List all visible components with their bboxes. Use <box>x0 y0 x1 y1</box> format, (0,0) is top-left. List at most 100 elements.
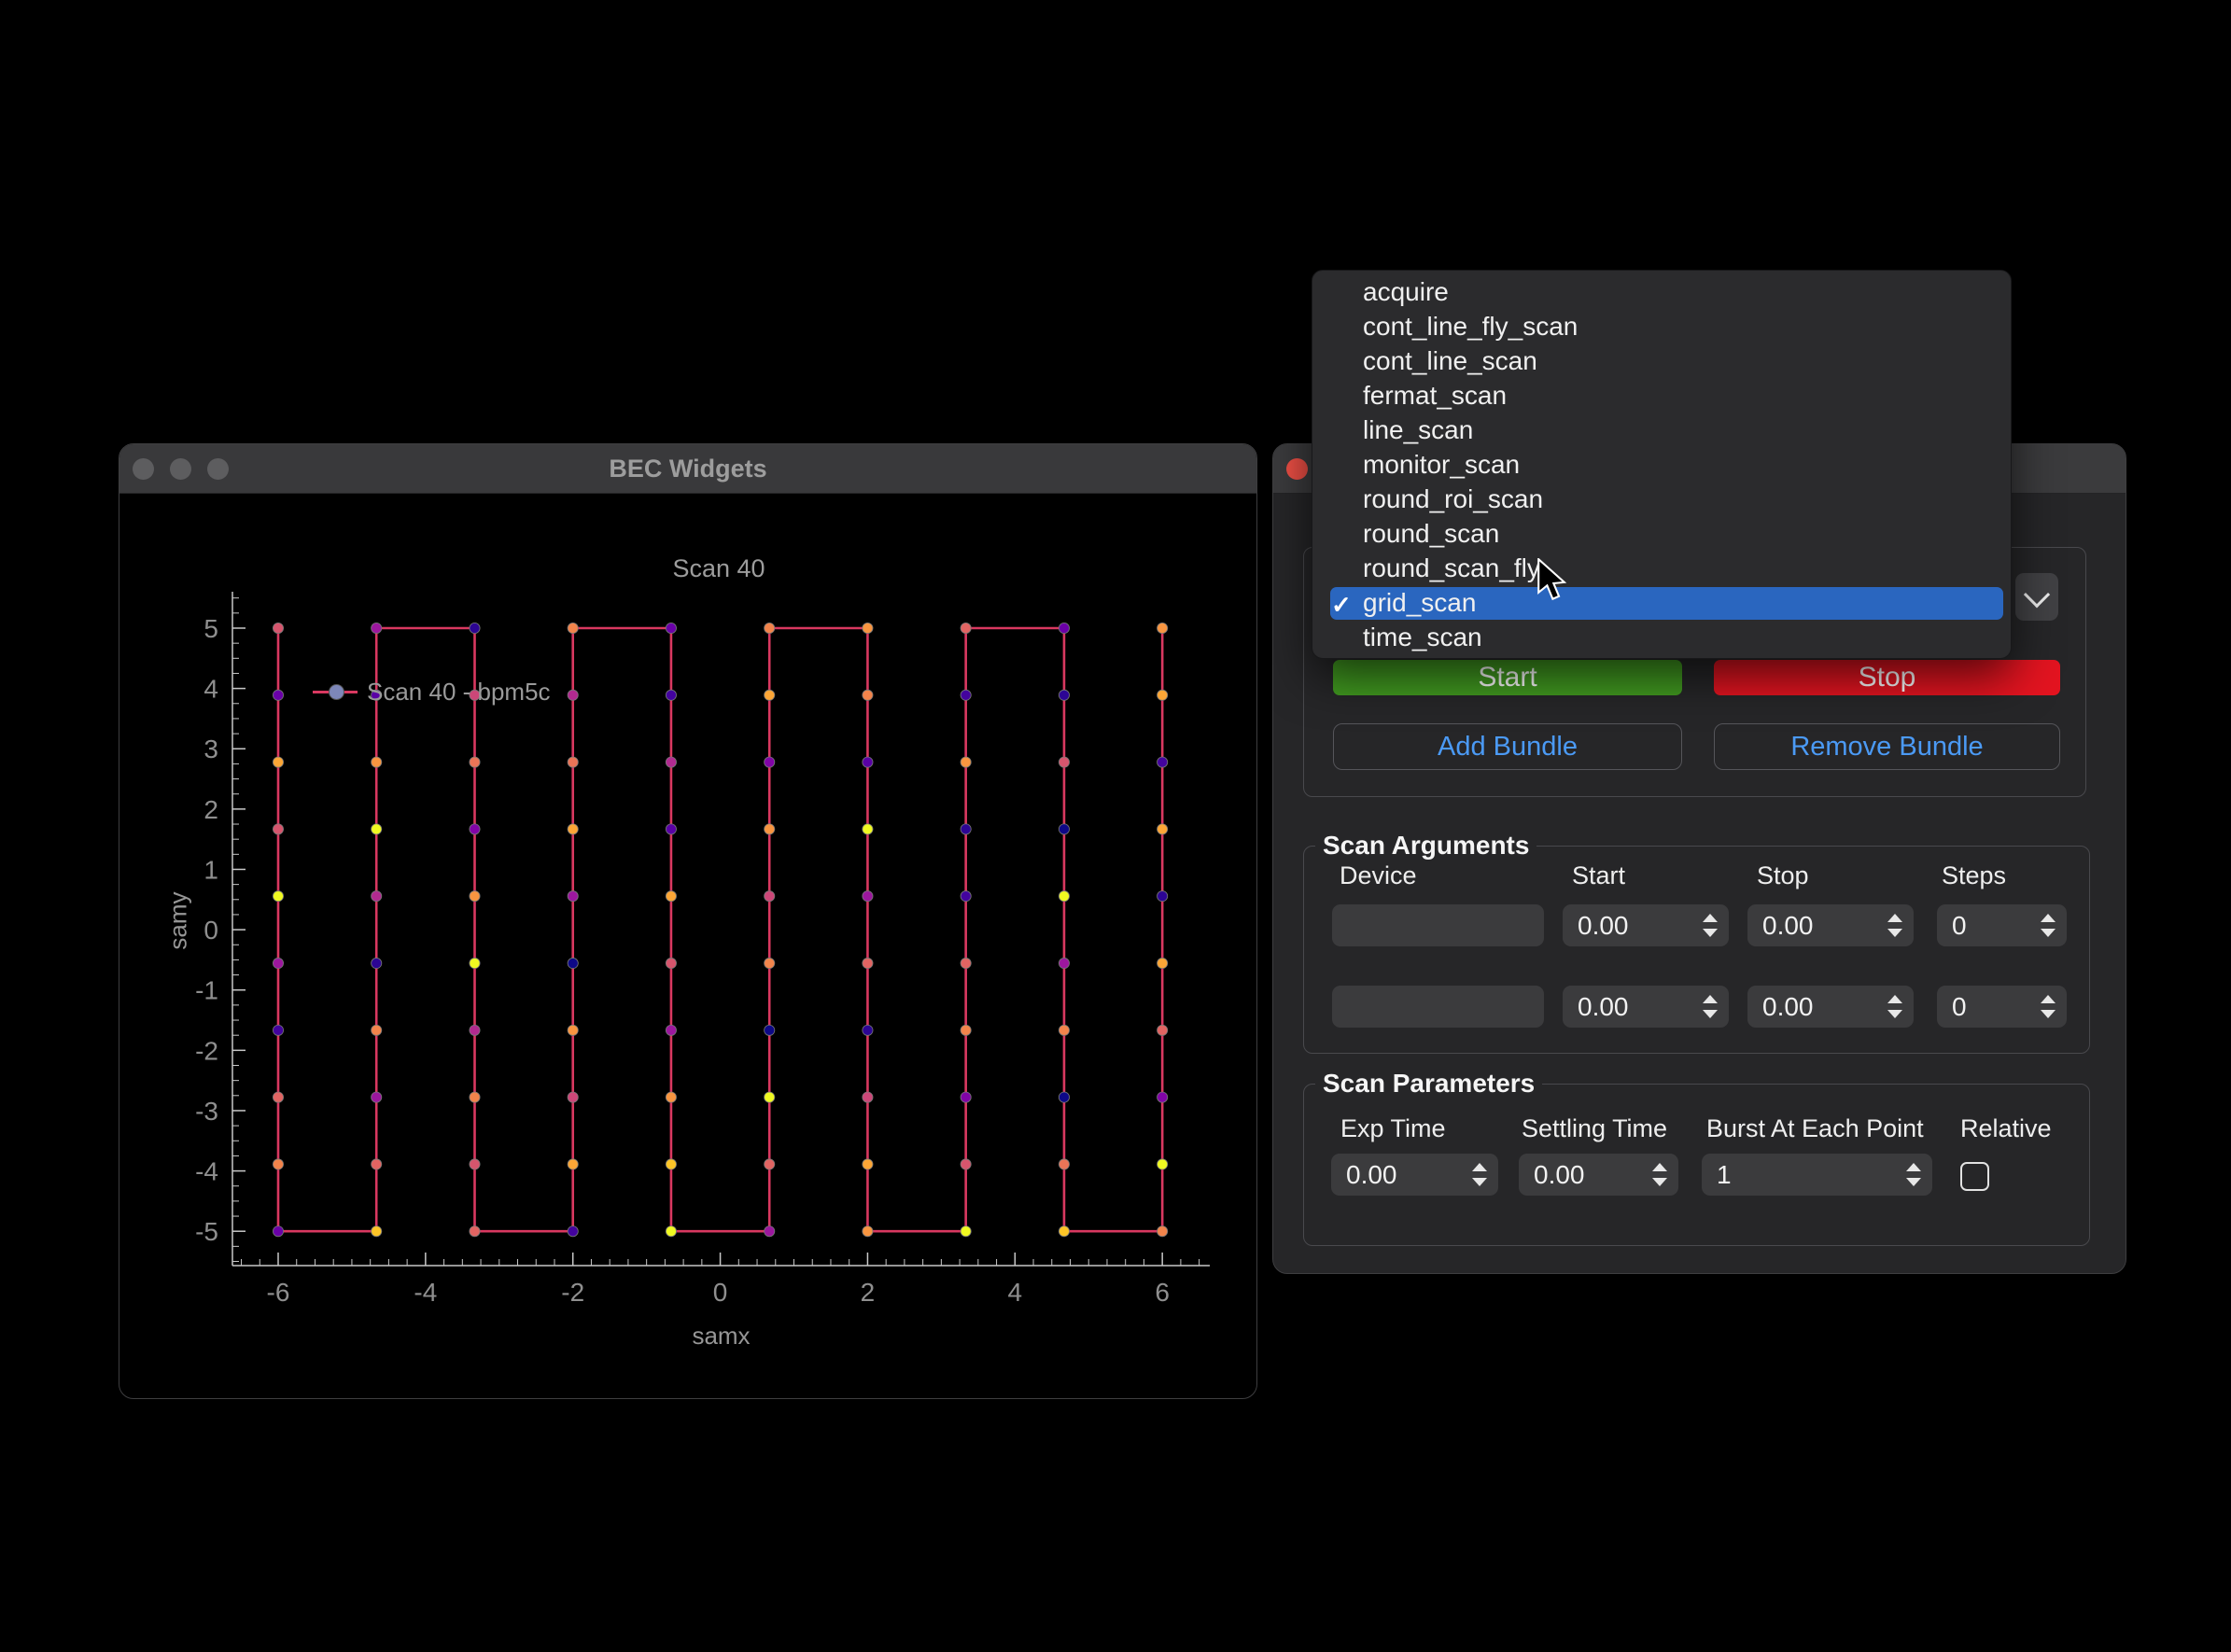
scan-data-point <box>765 1226 775 1237</box>
relative-checkbox[interactable] <box>1960 1162 1989 1191</box>
window-controls <box>133 444 229 493</box>
scan-data-point <box>1158 824 1168 834</box>
settling-time-spinbox[interactable]: 0.00 <box>1519 1154 1678 1196</box>
menu-item-fermat_scan[interactable]: fermat_scan <box>1312 378 2011 413</box>
device-input-row1[interactable] <box>1332 904 1544 946</box>
steps-column-header: Steps <box>1942 861 2006 890</box>
scan-data-point <box>1059 1226 1069 1237</box>
burst-spinbox[interactable]: 1 <box>1702 1154 1932 1196</box>
y-tick-label: 4 <box>203 675 218 704</box>
y-tick-label: 2 <box>203 795 218 824</box>
scan-data-point <box>863 757 873 767</box>
scan-data-point <box>765 1025 775 1035</box>
start-spinbox-row1[interactable]: 0.00 <box>1563 904 1729 946</box>
scan-data-point <box>372 891 382 902</box>
plot-window-titlebar[interactable]: BEC Widgets <box>119 444 1256 494</box>
burst-at-each-point-label: Burst At Each Point <box>1706 1114 1924 1143</box>
scan-type-combobox-button[interactable] <box>2015 573 2058 621</box>
scan-data-point <box>961 623 971 633</box>
menu-item-grid_scan[interactable]: ✓grid_scan <box>1312 586 2011 621</box>
exp-time-spinbox[interactable]: 0.00 <box>1331 1154 1498 1196</box>
scan-data-point <box>568 1092 578 1102</box>
scan-data-point <box>470 623 480 633</box>
scan-data-point <box>666 757 676 767</box>
scan-data-point <box>470 1226 480 1237</box>
scan-data-point <box>961 1092 971 1102</box>
x-tick-label: -6 <box>267 1278 290 1307</box>
menu-item-round_scan_fly[interactable]: round_scan_fly <box>1312 552 2011 586</box>
scan-data-point <box>372 1159 382 1169</box>
scan-data-point <box>863 958 873 968</box>
scan-data-point <box>765 1159 775 1169</box>
scan-data-point <box>666 623 676 633</box>
stop-button[interactable]: Stop <box>1714 660 2060 695</box>
steps-spinbox-row2[interactable]: 0 <box>1937 986 2067 1028</box>
scan-data-point <box>568 1159 578 1169</box>
scan-data-point <box>568 623 578 633</box>
close-window-icon[interactable] <box>1286 458 1308 480</box>
menu-item-time_scan[interactable]: time_scan <box>1312 621 2011 655</box>
scan-data-point <box>666 891 676 902</box>
stop-spinbox-row2[interactable]: 0.00 <box>1747 986 1914 1028</box>
scan-data-point <box>961 1159 971 1169</box>
scan-data-point <box>666 1226 676 1237</box>
scan-arguments-group: Scan Arguments Device Start Stop Steps 0… <box>1303 846 2090 1054</box>
spin-arrows-icon[interactable] <box>1703 914 1718 937</box>
scan-data-point <box>273 623 283 633</box>
zoom-window-icon[interactable] <box>207 458 229 480</box>
scan-data-point <box>863 1159 873 1169</box>
spin-arrows-icon[interactable] <box>1703 995 1718 1018</box>
scan-data-point <box>1158 1159 1168 1169</box>
scan-data-point <box>273 1159 283 1169</box>
scan-data-point <box>666 1159 676 1169</box>
scan-data-point <box>1059 690 1069 700</box>
spin-arrows-icon[interactable] <box>1652 1163 1667 1186</box>
stop-spinbox-row1[interactable]: 0.00 <box>1747 904 1914 946</box>
menu-item-round_scan[interactable]: round_scan <box>1312 517 2011 552</box>
scan-data-point <box>1059 1025 1069 1035</box>
scan-data-point <box>765 623 775 633</box>
menu-item-round_roi_scan[interactable]: round_roi_scan <box>1312 483 2011 517</box>
scan-parameters-group: Scan Parameters Exp Time Settling Time B… <box>1303 1084 2090 1246</box>
scan-data-point <box>1059 757 1069 767</box>
menu-item-monitor_scan[interactable]: monitor_scan <box>1312 447 2011 482</box>
scan-data-point <box>273 1025 283 1035</box>
scan-data-point <box>273 824 283 834</box>
start-spinbox-row2[interactable]: 0.00 <box>1563 986 1729 1028</box>
device-input-row2[interactable] <box>1332 986 1544 1028</box>
scan-data-point <box>1158 690 1168 700</box>
exp-time-label: Exp Time <box>1340 1114 1446 1143</box>
menu-item-line_scan[interactable]: line_scan <box>1312 413 2011 447</box>
add-bundle-button[interactable]: Add Bundle <box>1333 723 1682 770</box>
scan-data-point <box>1059 1159 1069 1169</box>
scan-data-point <box>961 1025 971 1035</box>
y-axis-label: samy <box>164 889 193 954</box>
spin-arrows-icon[interactable] <box>1906 1163 1921 1186</box>
steps-spinbox-row1[interactable]: 0 <box>1937 904 2067 946</box>
spin-arrows-icon[interactable] <box>2041 914 2056 937</box>
start-button[interactable]: Start <box>1333 660 1682 695</box>
menu-item-cont_line_fly_scan[interactable]: cont_line_fly_scan <box>1312 309 2011 343</box>
spin-arrows-icon[interactable] <box>1472 1163 1487 1186</box>
scan-data-point <box>961 690 971 700</box>
plot-legend[interactable]: Scan 40 - bpm5c <box>313 678 551 706</box>
remove-bundle-button[interactable]: Remove Bundle <box>1714 723 2060 770</box>
scan-data-point <box>961 1226 971 1237</box>
mouse-cursor-icon <box>1536 558 1567 601</box>
spin-arrows-icon[interactable] <box>1887 914 1902 937</box>
spin-arrows-icon[interactable] <box>1887 995 1902 1018</box>
spin-arrows-icon[interactable] <box>2041 995 2056 1018</box>
scan-data-point <box>372 958 382 968</box>
scan-data-point <box>961 958 971 968</box>
scan-data-point <box>568 690 578 700</box>
menu-item-acquire[interactable]: acquire <box>1312 274 2011 309</box>
scan-data-point <box>863 824 873 834</box>
scan-data-point <box>1059 824 1069 834</box>
scan-data-point <box>568 891 578 902</box>
minimize-window-icon[interactable] <box>170 458 191 480</box>
scan-arguments-title: Scan Arguments <box>1315 831 1536 861</box>
menu-item-cont_line_scan[interactable]: cont_line_scan <box>1312 343 2011 378</box>
close-window-icon[interactable] <box>133 458 154 480</box>
y-tick-label: -1 <box>195 976 218 1005</box>
scan-data-point <box>470 1092 480 1102</box>
